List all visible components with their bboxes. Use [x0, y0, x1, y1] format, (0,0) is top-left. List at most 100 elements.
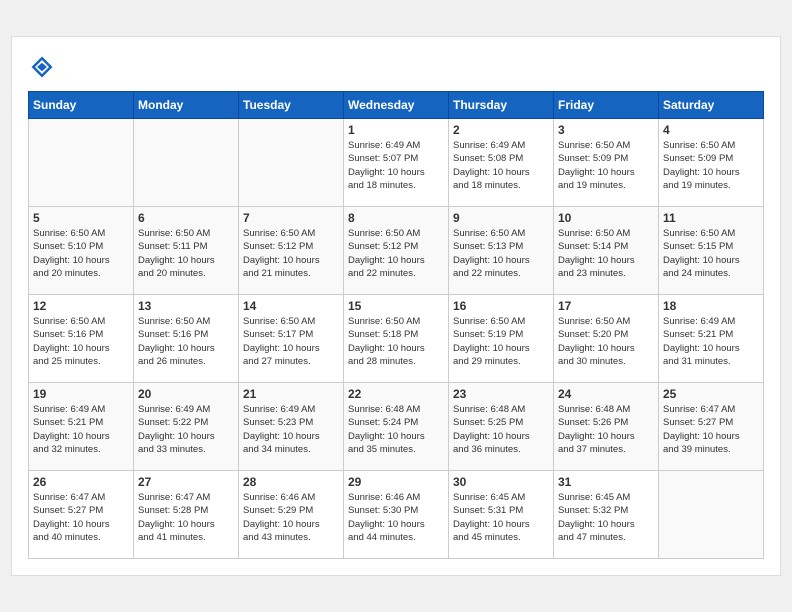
day-number: 17 — [558, 299, 654, 313]
day-number: 23 — [453, 387, 549, 401]
calendar-grid: SundayMondayTuesdayWednesdayThursdayFrid… — [28, 91, 764, 559]
day-cell-20: 20 Sunrise: 6:49 AM Sunset: 5:22 PM Dayli… — [134, 383, 239, 471]
day-cell-12: 12 Sunrise: 6:50 AM Sunset: 5:16 PM Dayli… — [29, 295, 134, 383]
day-number: 6 — [138, 211, 234, 225]
empty-cell — [134, 119, 239, 207]
day-number: 16 — [453, 299, 549, 313]
day-cell-23: 23 Sunrise: 6:48 AM Sunset: 5:25 PM Dayli… — [449, 383, 554, 471]
calendar-container: SundayMondayTuesdayWednesdayThursdayFrid… — [11, 36, 781, 576]
day-cell-3: 3Sunrise: 6:50 AM Sunset: 5:09 PM Daylig… — [554, 119, 659, 207]
day-number: 21 — [243, 387, 339, 401]
day-info: Sunrise: 6:50 AM Sunset: 5:20 PM Dayligh… — [558, 315, 654, 368]
day-number: 25 — [663, 387, 759, 401]
header — [28, 53, 764, 81]
day-info: Sunrise: 6:48 AM Sunset: 5:25 PM Dayligh… — [453, 403, 549, 456]
day-number: 9 — [453, 211, 549, 225]
day-info: Sunrise: 6:50 AM Sunset: 5:17 PM Dayligh… — [243, 315, 339, 368]
day-number: 8 — [348, 211, 444, 225]
day-number: 3 — [558, 123, 654, 137]
day-info: Sunrise: 6:50 AM Sunset: 5:16 PM Dayligh… — [138, 315, 234, 368]
day-info: Sunrise: 6:50 AM Sunset: 5:15 PM Dayligh… — [663, 227, 759, 280]
empty-cell — [659, 471, 764, 559]
day-cell-10: 10 Sunrise: 6:50 AM Sunset: 5:14 PM Dayli… — [554, 207, 659, 295]
day-cell-18: 18 Sunrise: 6:49 AM Sunset: 5:21 PM Dayli… — [659, 295, 764, 383]
weekday-header-monday: Monday — [134, 92, 239, 119]
day-cell-4: 4Sunrise: 6:50 AM Sunset: 5:09 PM Daylig… — [659, 119, 764, 207]
day-cell-30: 30 Sunrise: 6:45 AM Sunset: 5:31 PM Dayli… — [449, 471, 554, 559]
day-cell-14: 14 Sunrise: 6:50 AM Sunset: 5:17 PM Dayli… — [239, 295, 344, 383]
day-number: 15 — [348, 299, 444, 313]
day-info: Sunrise: 6:47 AM Sunset: 5:27 PM Dayligh… — [33, 491, 129, 544]
day-info: Sunrise: 6:49 AM Sunset: 5:08 PM Dayligh… — [453, 139, 549, 192]
day-cell-1: 1 Sunrise: 6:49 AM Sunset: 5:07 PM Daylig… — [344, 119, 449, 207]
day-cell-7: 7 Sunrise: 6:50 AM Sunset: 5:12 PM Daylig… — [239, 207, 344, 295]
logo-icon — [28, 53, 56, 81]
day-number: 20 — [138, 387, 234, 401]
day-info: Sunrise: 6:47 AM Sunset: 5:28 PM Dayligh… — [138, 491, 234, 544]
day-info: Sunrise: 6:48 AM Sunset: 5:24 PM Dayligh… — [348, 403, 444, 456]
day-info: Sunrise: 6:49 AM Sunset: 5:21 PM Dayligh… — [33, 403, 129, 456]
day-cell-24: 24Sunrise: 6:48 AM Sunset: 5:26 PM Dayli… — [554, 383, 659, 471]
day-number: 13 — [138, 299, 234, 313]
day-cell-17: 17 Sunrise: 6:50 AM Sunset: 5:20 PM Dayli… — [554, 295, 659, 383]
weekday-header-wednesday: Wednesday — [344, 92, 449, 119]
day-cell-29: 29Sunrise: 6:46 AM Sunset: 5:30 PM Dayli… — [344, 471, 449, 559]
day-number: 30 — [453, 475, 549, 489]
day-cell-27: 27 Sunrise: 6:47 AM Sunset: 5:28 PM Dayli… — [134, 471, 239, 559]
day-info: Sunrise: 6:50 AM Sunset: 5:10 PM Dayligh… — [33, 227, 129, 280]
day-number: 7 — [243, 211, 339, 225]
day-number: 26 — [33, 475, 129, 489]
day-number: 28 — [243, 475, 339, 489]
day-number: 12 — [33, 299, 129, 313]
weekday-header-sunday: Sunday — [29, 92, 134, 119]
day-info: Sunrise: 6:50 AM Sunset: 5:12 PM Dayligh… — [243, 227, 339, 280]
day-info: Sunrise: 6:50 AM Sunset: 5:13 PM Dayligh… — [453, 227, 549, 280]
day-info: Sunrise: 6:50 AM Sunset: 5:11 PM Dayligh… — [138, 227, 234, 280]
day-number: 31 — [558, 475, 654, 489]
week-row-5: 26 Sunrise: 6:47 AM Sunset: 5:27 PM Dayli… — [29, 471, 764, 559]
day-number: 18 — [663, 299, 759, 313]
day-number: 4 — [663, 123, 759, 137]
week-row-3: 12 Sunrise: 6:50 AM Sunset: 5:16 PM Dayli… — [29, 295, 764, 383]
weekday-header-saturday: Saturday — [659, 92, 764, 119]
day-cell-9: 9 Sunrise: 6:50 AM Sunset: 5:13 PM Daylig… — [449, 207, 554, 295]
day-info: Sunrise: 6:50 AM Sunset: 5:18 PM Dayligh… — [348, 315, 444, 368]
weekday-header-friday: Friday — [554, 92, 659, 119]
day-number: 29 — [348, 475, 444, 489]
weekday-header-row: SundayMondayTuesdayWednesdayThursdayFrid… — [29, 92, 764, 119]
day-number: 11 — [663, 211, 759, 225]
day-number: 24 — [558, 387, 654, 401]
day-number: 10 — [558, 211, 654, 225]
day-number: 2 — [453, 123, 549, 137]
day-info: Sunrise: 6:49 AM Sunset: 5:21 PM Dayligh… — [663, 315, 759, 368]
day-cell-22: 22 Sunrise: 6:48 AM Sunset: 5:24 PM Dayli… — [344, 383, 449, 471]
day-cell-13: 13 Sunrise: 6:50 AM Sunset: 5:16 PM Dayli… — [134, 295, 239, 383]
day-cell-26: 26 Sunrise: 6:47 AM Sunset: 5:27 PM Dayli… — [29, 471, 134, 559]
weekday-header-tuesday: Tuesday — [239, 92, 344, 119]
week-row-4: 19 Sunrise: 6:49 AM Sunset: 5:21 PM Dayli… — [29, 383, 764, 471]
day-info: Sunrise: 6:46 AM Sunset: 5:29 PM Dayligh… — [243, 491, 339, 544]
day-cell-25: 25 Sunrise: 6:47 AM Sunset: 5:27 PM Dayli… — [659, 383, 764, 471]
day-info: Sunrise: 6:49 AM Sunset: 5:22 PM Dayligh… — [138, 403, 234, 456]
day-cell-8: 8Sunrise: 6:50 AM Sunset: 5:12 PM Daylig… — [344, 207, 449, 295]
day-info: Sunrise: 6:49 AM Sunset: 5:23 PM Dayligh… — [243, 403, 339, 456]
day-cell-6: 6 Sunrise: 6:50 AM Sunset: 5:11 PM Daylig… — [134, 207, 239, 295]
day-number: 1 — [348, 123, 444, 137]
day-number: 27 — [138, 475, 234, 489]
week-row-2: 5 Sunrise: 6:50 AM Sunset: 5:10 PM Daylig… — [29, 207, 764, 295]
day-info: Sunrise: 6:50 AM Sunset: 5:14 PM Dayligh… — [558, 227, 654, 280]
day-number: 19 — [33, 387, 129, 401]
day-cell-19: 19 Sunrise: 6:49 AM Sunset: 5:21 PM Dayli… — [29, 383, 134, 471]
day-number: 5 — [33, 211, 129, 225]
empty-cell — [239, 119, 344, 207]
week-row-1: 1 Sunrise: 6:49 AM Sunset: 5:07 PM Daylig… — [29, 119, 764, 207]
day-number: 14 — [243, 299, 339, 313]
day-info: Sunrise: 6:47 AM Sunset: 5:27 PM Dayligh… — [663, 403, 759, 456]
day-info: Sunrise: 6:50 AM Sunset: 5:19 PM Dayligh… — [453, 315, 549, 368]
day-info: Sunrise: 6:45 AM Sunset: 5:31 PM Dayligh… — [453, 491, 549, 544]
day-cell-21: 21 Sunrise: 6:49 AM Sunset: 5:23 PM Dayli… — [239, 383, 344, 471]
day-cell-31: 31Sunrise: 6:45 AM Sunset: 5:32 PM Dayli… — [554, 471, 659, 559]
day-info: Sunrise: 6:49 AM Sunset: 5:07 PM Dayligh… — [348, 139, 444, 192]
day-info: Sunrise: 6:50 AM Sunset: 5:16 PM Dayligh… — [33, 315, 129, 368]
day-number: 22 — [348, 387, 444, 401]
